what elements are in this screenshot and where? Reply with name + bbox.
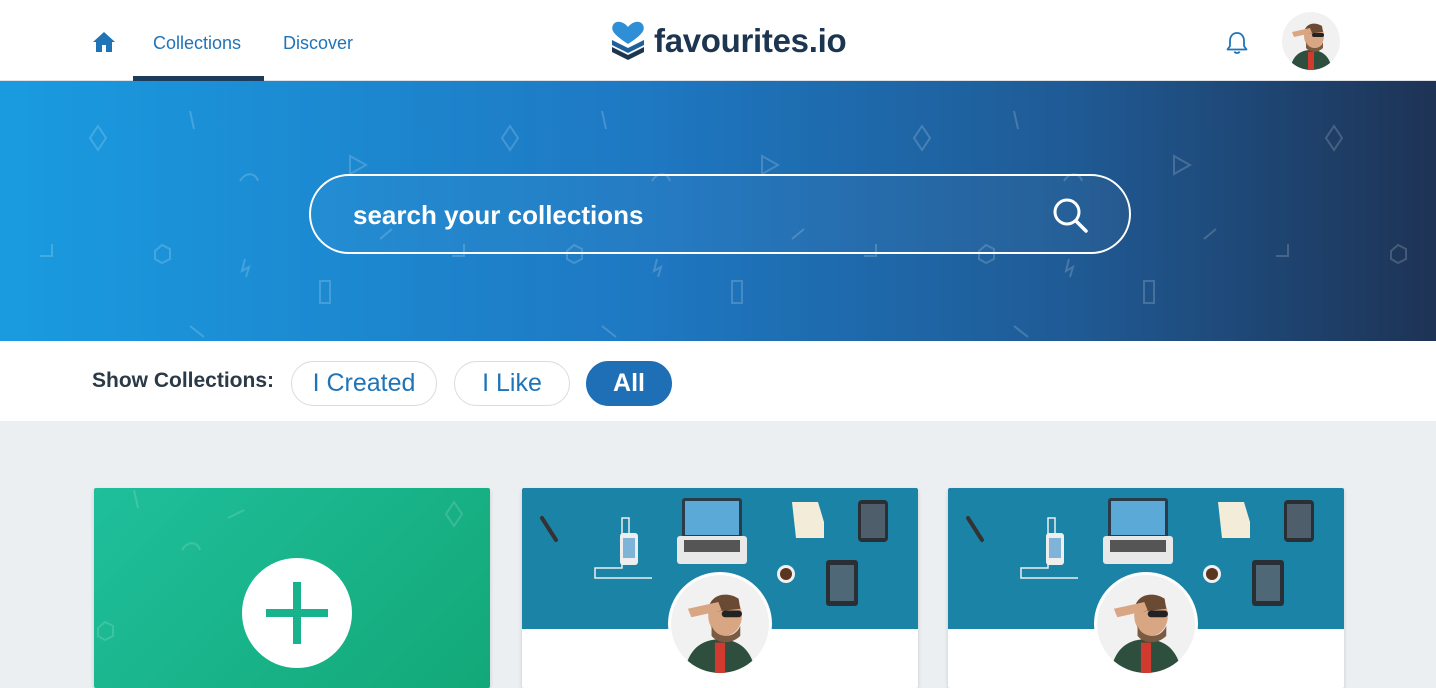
bell-icon[interactable] [1224,30,1250,56]
top-nav: Collections Discover favourites.io [0,0,1436,81]
filter-i-like[interactable]: I Like [454,361,570,406]
new-collection-card[interactable] [94,488,490,688]
filter-bar: Show Collections: I Created I Like All [0,341,1436,421]
search-icon[interactable] [1051,196,1089,234]
search-bar[interactable]: search your collections [309,174,1131,254]
filter-label: Show Collections: [92,369,275,392]
nav-link-discover[interactable]: Discover [283,33,353,54]
hero-banner: search your collections [0,81,1436,341]
logo-text: favourites.io [654,22,847,59]
filter-i-created[interactable]: I Created [291,361,437,406]
collection-owner-avatar [1094,572,1198,676]
search-input[interactable]: search your collections [353,200,643,231]
heart-stack-icon [612,21,644,60]
nav-link-collections[interactable]: Collections [153,33,241,54]
collection-card[interactable] [522,488,918,688]
logo[interactable]: favourites.io [610,20,847,62]
filter-all[interactable]: All [586,361,672,406]
collection-owner-avatar [668,572,772,676]
collection-card[interactable] [948,488,1344,688]
plus-icon[interactable] [242,558,352,668]
home-icon[interactable] [92,30,116,54]
user-avatar[interactable] [1282,12,1340,70]
